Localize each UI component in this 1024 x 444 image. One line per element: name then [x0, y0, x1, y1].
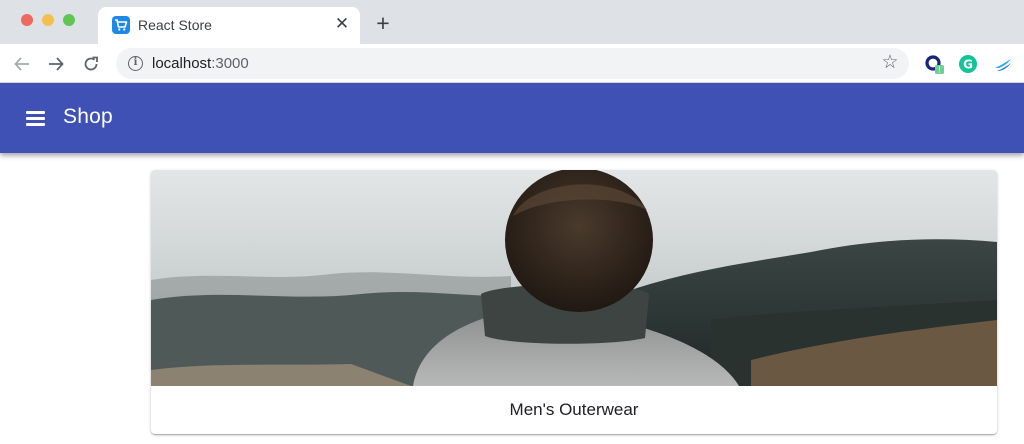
category-image [151, 170, 997, 386]
url-host: localhost [152, 55, 212, 72]
tab-title: React Store [138, 17, 212, 33]
browser-toolbar: i localhost:3000 ☆ ! G [0, 44, 1024, 83]
new-tab-button[interactable]: + [372, 12, 394, 35]
reload-icon[interactable] [79, 52, 103, 76]
browser-tab[interactable]: React Store ✕ [98, 7, 360, 44]
back-icon[interactable] [10, 52, 34, 76]
window-zoom-button[interactable] [63, 14, 75, 26]
swift-ext-icon[interactable] [993, 54, 1013, 74]
category-card[interactable]: Men's Outerwear [151, 170, 997, 434]
tab-close-icon[interactable]: ✕ [332, 14, 352, 34]
category-label: Men's Outerwear [509, 400, 639, 419]
cart-icon [112, 16, 130, 34]
browser-tab-strip: React Store ✕ + [0, 0, 1024, 44]
forward-icon[interactable] [44, 52, 68, 76]
url-port: :3000 [211, 55, 249, 72]
url-text[interactable]: localhost:3000 [152, 55, 249, 72]
chromium-ext-icon[interactable]: ! [924, 54, 944, 75]
window-minimize-button[interactable] [42, 14, 54, 26]
grammarly-icon[interactable]: G [958, 54, 978, 74]
svg-text:!: ! [938, 66, 941, 75]
svg-text:G: G [963, 58, 973, 72]
address-bar[interactable]: i localhost:3000 ☆ [116, 48, 909, 79]
info-icon[interactable]: i [128, 56, 143, 71]
window-close-button[interactable] [21, 14, 33, 26]
app-bar: Shop [0, 83, 1024, 153]
menu-icon[interactable] [24, 108, 48, 128]
app-title: Shop [63, 105, 113, 128]
bookmark-star-icon[interactable]: ☆ [880, 53, 900, 73]
